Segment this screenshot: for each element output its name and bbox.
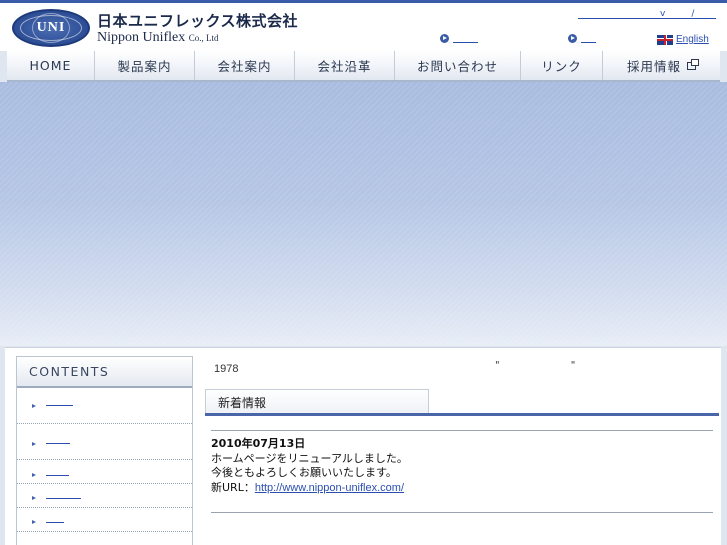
header-link-1[interactable]: [440, 34, 478, 43]
top-link-underline[interactable]: [578, 18, 716, 19]
triangle-bullet-icon: [32, 496, 36, 500]
triangle-bullet-icon: [32, 520, 36, 524]
nav-links-label: リンク: [541, 59, 582, 74]
news-line-3: 新URL：http://www.nippon-uniflex.com/: [211, 481, 408, 496]
news-tab-underline: [205, 413, 719, 416]
sidebar-title: CONTENTS: [17, 357, 192, 388]
news-url-link[interactable]: http://www.nippon-uniflex.com/: [255, 482, 404, 494]
sidebar-item-2[interactable]: [17, 424, 192, 460]
triangle-bullet-icon: [32, 442, 36, 446]
arrow-circle-icon: [440, 34, 449, 43]
header-link-2-underline: [581, 34, 596, 43]
company-name-en-main: Nippon Uniflex: [97, 30, 186, 45]
header-link-2[interactable]: [568, 34, 596, 43]
nav-recruit[interactable]: 採用情報: [603, 51, 720, 80]
news-url-prefix: 新URL：: [211, 480, 255, 494]
sidebar-item-1-underline: [46, 405, 73, 406]
nav-history-label: 会社沿革: [317, 59, 372, 74]
news-tab-title: 新着情報: [218, 395, 267, 410]
news-date: 2010年07月13日: [211, 437, 306, 450]
nav-contact[interactable]: お問い合わせ: [395, 51, 521, 80]
sidebar-item-3[interactable]: [17, 460, 192, 484]
company-name-jp: 日本ユニフレックス株式会社: [97, 12, 299, 30]
sidebar-item-1[interactable]: [17, 388, 192, 424]
nav-products[interactable]: 製品案内: [95, 51, 195, 80]
logo-mark: UNI: [36, 20, 66, 35]
sidebar-item-4[interactable]: [17, 484, 192, 508]
news-line-1: ホームページをリニューアルしました。: [211, 451, 408, 465]
external-window-icon: [687, 58, 699, 70]
news-item: 2010年07月13日 ホームページをリニューアルしました。 今後ともよろしくお…: [211, 437, 408, 495]
header-link-1-underline: [453, 34, 478, 43]
nav-contact-label: お問い合わせ: [416, 59, 498, 74]
nav-recruit-label: 採用情報: [626, 59, 681, 74]
news-divider-bottom: [211, 512, 713, 513]
site-header: UNI 日本ユニフレックス株式会社 Nippon Uniflex Co., Lt…: [0, 3, 727, 51]
sidebar-item-5-underline: [46, 522, 64, 523]
sidebar-item-4-underline: [46, 498, 81, 499]
sidebar-item-5[interactable]: [17, 508, 192, 532]
nav-products-label: 製品案内: [117, 59, 172, 74]
sidebar-item-3-underline: [46, 475, 69, 476]
triangle-bullet-icon: [32, 404, 36, 408]
contents-sidebar: CONTENTS: [16, 356, 193, 545]
triangle-bullet-icon: [32, 473, 36, 477]
news-tab[interactable]: 新着情報: [205, 389, 429, 414]
nav-company[interactable]: 会社案内: [195, 51, 295, 80]
news-line-2: 今後ともよろしくお願いいたします。: [211, 466, 397, 479]
intro-text: 1978: [214, 363, 239, 375]
nav-links[interactable]: リンク: [521, 51, 603, 80]
company-name-en-suffix: Co., Ltd: [188, 33, 219, 43]
content-area: CONTENTS 1978 " " 新着情報 2010年07月13日 ホームペー…: [5, 347, 721, 545]
company-name-en: Nippon Uniflex Co., Ltd: [97, 30, 219, 46]
english-link-label: English: [676, 34, 709, 45]
uk-flag-icon: [657, 34, 673, 45]
intro-quote-marks: " ": [495, 360, 610, 371]
english-link[interactable]: English: [657, 34, 709, 45]
nav-home[interactable]: HOME: [7, 51, 95, 80]
nav-company-label: 会社案内: [217, 59, 272, 74]
sidebar-item-2-underline: [46, 443, 70, 444]
main-navigation: HOME 製品案内 会社案内 会社沿革 お問い合わせ リンク 採用情報: [7, 51, 720, 82]
news-divider-top: [211, 430, 713, 431]
company-logo[interactable]: UNI: [12, 9, 90, 47]
nav-history[interactable]: 会社沿革: [295, 51, 395, 80]
nav-home-label: HOME: [29, 58, 72, 73]
arrow-circle-icon: [568, 34, 577, 43]
hero-banner: [0, 82, 727, 346]
